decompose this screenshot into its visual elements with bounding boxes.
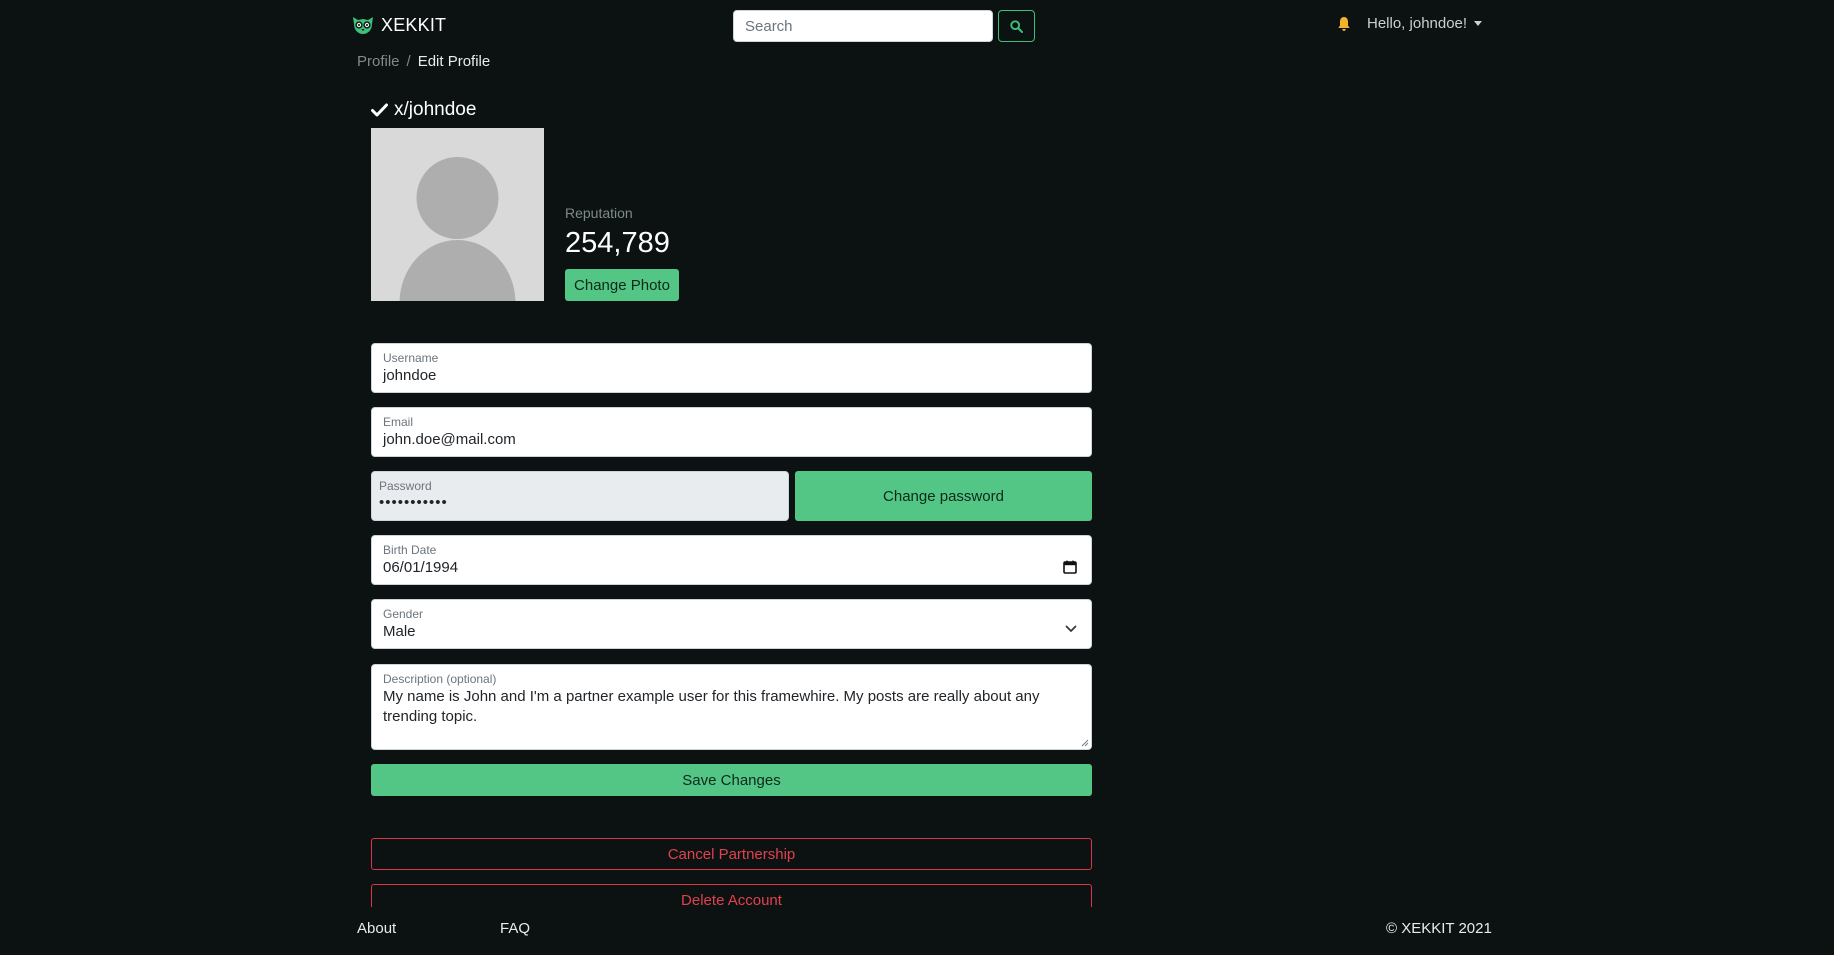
gender-select[interactable]: Gender Male bbox=[371, 599, 1092, 649]
change-password-button[interactable]: Change password bbox=[795, 471, 1092, 521]
description-value: My name is John and I'm a partner exampl… bbox=[383, 688, 1040, 725]
owl-logo-icon bbox=[353, 17, 373, 34]
password-label: Password bbox=[379, 479, 432, 493]
save-changes-button[interactable]: Save Changes bbox=[371, 764, 1092, 796]
breadcrumb-profile-link[interactable]: Profile bbox=[357, 53, 400, 70]
description-textarea[interactable]: Description (optional) My name is John a… bbox=[371, 664, 1092, 750]
gender-label: Gender bbox=[383, 607, 424, 621]
search-input[interactable] bbox=[733, 10, 993, 42]
footer-faq-link[interactable]: FAQ bbox=[500, 920, 530, 937]
footer-copyright: © XEKKIT 2021 bbox=[1386, 920, 1492, 937]
search-icon bbox=[1010, 19, 1023, 33]
breadcrumb: Profile / Edit Profile bbox=[357, 53, 490, 70]
cancel-partnership-button[interactable]: Cancel Partnership bbox=[371, 838, 1092, 870]
email-label: Email bbox=[383, 415, 414, 429]
birth-date-field[interactable]: Birth Date 06/01/1994 bbox=[371, 535, 1092, 585]
profile-handle: x/johndoe bbox=[394, 99, 477, 120]
checkmark-icon bbox=[371, 103, 388, 117]
username-field[interactable]: Username johndoe bbox=[371, 343, 1092, 393]
chevron-down-icon bbox=[1065, 625, 1077, 632]
reputation-value: 254,789 bbox=[565, 227, 670, 259]
calendar-icon[interactable] bbox=[1063, 560, 1077, 574]
username-value: johndoe bbox=[383, 367, 437, 384]
birth-date-label: Birth Date bbox=[383, 543, 437, 557]
password-value: ••••••••••• bbox=[379, 494, 448, 511]
birth-date-value: 06/01/1994 bbox=[383, 559, 459, 576]
user-menu-toggle[interactable]: Hello, johndoe! bbox=[1367, 15, 1483, 32]
brand-name: XEKKIT bbox=[381, 14, 447, 35]
email-field[interactable]: Email john.doe@mail.com bbox=[371, 407, 1092, 457]
brand[interactable]: XEKKIT bbox=[351, 14, 446, 36]
bell-icon[interactable] bbox=[1337, 16, 1351, 32]
username-label: Username bbox=[383, 351, 439, 365]
caret-down-icon bbox=[1474, 21, 1483, 26]
search-button[interactable] bbox=[998, 10, 1035, 42]
avatar-placeholder-icon bbox=[399, 157, 516, 301]
password-field: Password ••••••••••• bbox=[371, 471, 789, 521]
user-greeting: Hello, johndoe! bbox=[1367, 15, 1468, 32]
footer-about-link[interactable]: About bbox=[357, 920, 396, 937]
email-value: john.doe@mail.com bbox=[383, 431, 516, 448]
footer-bar bbox=[0, 907, 1834, 955]
resize-handle-icon[interactable] bbox=[1081, 739, 1089, 747]
search-form bbox=[733, 10, 1035, 42]
gender-value: Male bbox=[383, 623, 416, 640]
reputation-label: Reputation bbox=[565, 205, 633, 221]
change-photo-button[interactable]: Change Photo bbox=[565, 269, 679, 301]
description-label: Description (optional) bbox=[383, 672, 497, 686]
edit-profile-page: XEKKIT Hello, johndoe! Profile / Edit Pr… bbox=[0, 0, 1834, 955]
breadcrumb-current: Edit Profile bbox=[417, 53, 491, 70]
breadcrumb-separator: / bbox=[406, 53, 411, 70]
avatar bbox=[371, 128, 544, 301]
profile-title: x/johndoe bbox=[371, 99, 476, 121]
